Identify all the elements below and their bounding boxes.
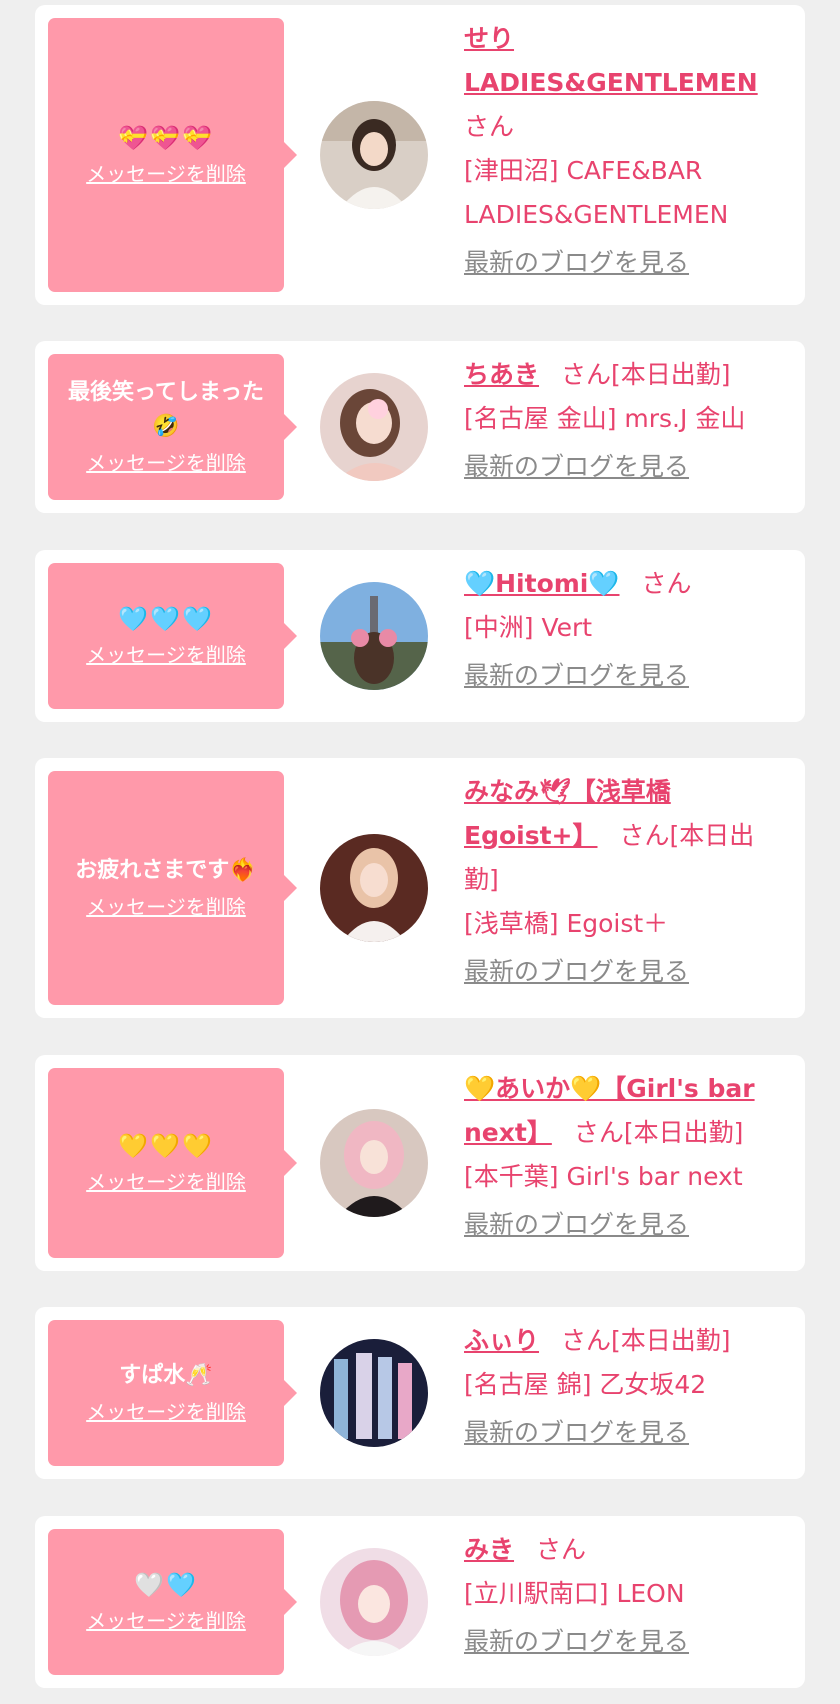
card-info: ちあき さん[本日出勤] [名古屋 金山] mrs.J 金山 最新のブログを見る bbox=[464, 353, 777, 489]
message-bubble: 🤍🩵 メッセージを削除 bbox=[48, 1529, 297, 1675]
shop-label: [名古屋 錦] 乙女坂42 bbox=[464, 1370, 707, 1399]
latest-blog-link[interactable]: 最新のブログを見る bbox=[464, 241, 777, 285]
message-bubble: お疲れさまです❤️‍🔥 メッセージを削除 bbox=[48, 771, 297, 1005]
cast-name-link[interactable]: せり LADIES&GENTLEMEN bbox=[464, 24, 758, 97]
card-info: みき さん [立川駅南口] LEON 最新のブログを見る bbox=[464, 1528, 777, 1664]
delete-message-link[interactable]: メッセージを削除 bbox=[86, 640, 246, 670]
delete-message-link[interactable]: メッセージを削除 bbox=[86, 1606, 246, 1636]
latest-blog-link[interactable]: 最新のブログを見る bbox=[464, 654, 777, 698]
avatar[interactable] bbox=[320, 1109, 428, 1217]
avatar[interactable] bbox=[320, 101, 428, 209]
card-info: ふぃり さん[本日出勤] [名古屋 錦] 乙女坂42 最新のブログを見る bbox=[464, 1319, 777, 1455]
cast-name-link[interactable]: ちあき bbox=[464, 360, 539, 389]
cast-name-link[interactable]: ふぃり bbox=[464, 1326, 539, 1355]
name-suffix: さん bbox=[536, 1535, 587, 1564]
message-text: すぱ水🥂 bbox=[119, 1363, 213, 1388]
latest-blog-link[interactable]: 最新のブログを見る bbox=[464, 1203, 777, 1247]
message-card: すぱ水🥂 メッセージを削除 ふぃり さん[本日出勤] [名古屋 錦] 乙女坂42 … bbox=[35, 1307, 805, 1479]
message-text: 最後笑ってしまった🤣 bbox=[67, 380, 265, 439]
message-bubble: すぱ水🥂 メッセージを削除 bbox=[48, 1320, 297, 1466]
name-suffix: さん[本日出勤] bbox=[573, 1118, 744, 1147]
cast-name-link[interactable]: 🩵Hitomi🩵 bbox=[464, 569, 620, 598]
name-suffix: さん[本日出勤] bbox=[561, 360, 731, 389]
shop-label: [本千葉] Girl's bar next bbox=[464, 1162, 743, 1191]
card-info: せり LADIES&GENTLEMEN さん [津田沼] CAFE&BAR LA… bbox=[464, 17, 777, 285]
delete-message-link[interactable]: メッセージを削除 bbox=[86, 448, 246, 478]
message-text: 🩵🩵🩵 bbox=[118, 605, 214, 633]
delete-message-link[interactable]: メッセージを削除 bbox=[86, 1397, 246, 1427]
message-bubble: 💝💝💝 メッセージを削除 bbox=[48, 18, 297, 292]
delete-message-link[interactable]: メッセージを削除 bbox=[86, 1167, 246, 1197]
card-info: みなみ🕊【浅草橋Egoist+】 さん[本日出勤] [浅草橋] Egoist＋ 最… bbox=[464, 770, 777, 994]
message-bubble: 💛💛💛 メッセージを削除 bbox=[48, 1068, 297, 1258]
message-text: お疲れさまです❤️‍🔥 bbox=[75, 858, 257, 883]
message-card: 🤍🩵 メッセージを削除 みき さん [立川駅南口] LEON 最新のブログを見る bbox=[35, 1516, 805, 1688]
message-text: 🤍🩵 bbox=[134, 1571, 198, 1599]
latest-blog-link[interactable]: 最新のブログを見る bbox=[464, 950, 777, 994]
latest-blog-link[interactable]: 最新のブログを見る bbox=[464, 1620, 777, 1664]
message-bubble: 最後笑ってしまった🤣 メッセージを削除 bbox=[48, 354, 297, 500]
message-text: 💝💝💝 bbox=[118, 124, 214, 152]
avatar[interactable] bbox=[320, 1548, 428, 1656]
card-info: 💛あいか💛【Girl's bar next】 さん[本日出勤] [本千葉] Gir… bbox=[464, 1067, 777, 1247]
message-card: 💛💛💛 メッセージを削除 💛あいか💛【Girl's bar next】 さん[本日… bbox=[35, 1055, 805, 1271]
avatar[interactable] bbox=[320, 373, 428, 481]
latest-blog-link[interactable]: 最新のブログを見る bbox=[464, 1411, 777, 1455]
message-text: 💛💛💛 bbox=[118, 1132, 214, 1160]
name-suffix: さん bbox=[641, 569, 692, 598]
shop-label: [浅草橋] Egoist＋ bbox=[464, 909, 669, 938]
shop-label: [名古屋 金山] mrs.J 金山 bbox=[464, 404, 746, 433]
avatar[interactable] bbox=[320, 834, 428, 942]
delete-message-link[interactable]: メッセージを削除 bbox=[86, 892, 246, 922]
shop-label: [津田沼] CAFE&BAR LADIES&GENTLEMEN bbox=[464, 156, 729, 229]
latest-blog-link[interactable]: 最新のブログを見る bbox=[464, 445, 777, 489]
avatar[interactable] bbox=[320, 1339, 428, 1447]
message-card: お疲れさまです❤️‍🔥 メッセージを削除 みなみ🕊【浅草橋Egoist+】 さん[… bbox=[35, 758, 805, 1018]
message-list: 💝💝💝 メッセージを削除 せり LADIES&GENTLEMEN さん [津田沼… bbox=[0, 0, 840, 1704]
delete-message-link[interactable]: メッセージを削除 bbox=[86, 159, 246, 189]
message-bubble: 🩵🩵🩵 メッセージを削除 bbox=[48, 563, 297, 709]
cast-name-link[interactable]: みき bbox=[464, 1535, 514, 1564]
message-card: 最後笑ってしまった🤣 メッセージを削除 ちあき さん[本日出勤] [名古屋 金山]… bbox=[35, 341, 805, 513]
card-info: 🩵Hitomi🩵 さん [中洲] Vert 最新のブログを見る bbox=[464, 562, 777, 698]
message-card: 💝💝💝 メッセージを削除 せり LADIES&GENTLEMEN さん [津田沼… bbox=[35, 5, 805, 305]
message-card: 🩵🩵🩵 メッセージを削除 🩵Hitomi🩵 さん [中洲] Vert 最新のブログ… bbox=[35, 550, 805, 722]
name-suffix: さん bbox=[464, 112, 515, 141]
avatar[interactable] bbox=[320, 582, 428, 690]
shop-label: [中洲] Vert bbox=[464, 613, 593, 642]
name-suffix: さん[本日出勤] bbox=[561, 1326, 731, 1355]
shop-label: [立川駅南口] LEON bbox=[464, 1579, 685, 1608]
